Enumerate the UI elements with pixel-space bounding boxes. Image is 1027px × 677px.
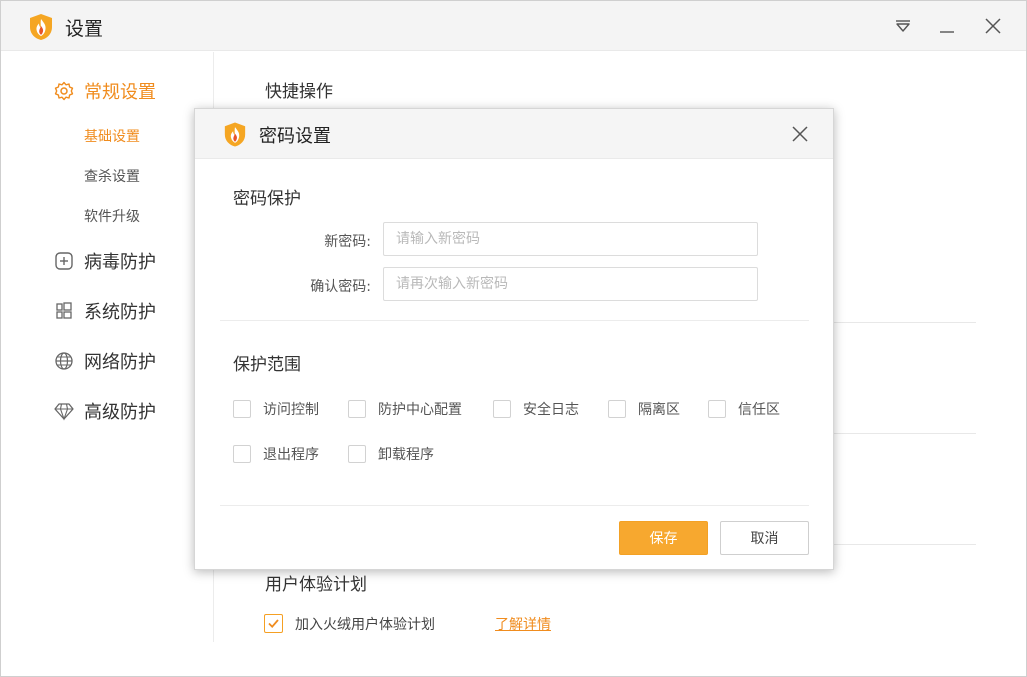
title-bar: 设置 [1, 1, 1026, 51]
cancel-button[interactable]: 取消 [720, 521, 809, 555]
sidebar-item-label: 常规设置 [84, 82, 156, 103]
confirm-password-input[interactable] [383, 267, 758, 301]
minimize-icon [940, 31, 954, 33]
sidebar-item-system-protection[interactable]: 系统防护 [53, 298, 156, 324]
new-password-label: 新密码: [324, 234, 371, 250]
sidebar-subitem-basic-settings[interactable]: 基础设置 [84, 126, 140, 146]
dialog-close-button[interactable] [789, 123, 811, 145]
globe-icon [53, 350, 75, 372]
confirm-password-label: 确认密码: [310, 279, 371, 295]
dialog-title: 密码设置 [259, 126, 331, 147]
close-icon [792, 126, 808, 142]
checkbox-box[interactable] [348, 400, 366, 418]
learn-more-link[interactable]: 了解详情 [495, 614, 551, 634]
dialog-divider [220, 505, 809, 506]
dropdown-triangle-icon [896, 20, 910, 32]
save-button[interactable]: 保存 [619, 521, 708, 555]
scope-checkbox-security-log[interactable]: 安全日志 [493, 399, 579, 419]
sidebar: 常规设置 基础设置 查杀设置 软件升级 病毒防护 系统防护 网络防护 高级防护 [1, 52, 214, 642]
close-button[interactable] [982, 15, 1004, 37]
checkbox-label: 访问控制 [263, 402, 319, 418]
sidebar-item-general-settings[interactable]: 常规设置 [53, 78, 156, 104]
ux-plan-checkbox-label: 加入火绒用户体验计划 [295, 617, 435, 633]
quick-actions-title: 快捷操作 [265, 82, 333, 102]
checkbox-label: 安全日志 [523, 402, 579, 418]
settings-window: 设置 常规设置 基础设置 查杀设置 软件升级 病毒防护 系统防护 网络防护 高级… [0, 0, 1027, 677]
checkbox-box[interactable] [348, 445, 366, 463]
checkbox-label: 防护中心配置 [378, 402, 462, 418]
scope-checkbox-protection-center-config[interactable]: 防护中心配置 [348, 399, 462, 419]
windows-grid-icon [53, 300, 75, 322]
dialog-divider [220, 320, 809, 321]
checkbox-label: 退出程序 [263, 447, 319, 463]
menu-button[interactable] [892, 15, 914, 37]
sidebar-subitem-scan-settings[interactable]: 查杀设置 [84, 166, 140, 186]
checkmark-icon [268, 619, 279, 629]
password-section-title: 密码保护 [233, 189, 301, 209]
sidebar-item-virus-protection[interactable]: 病毒防护 [53, 248, 156, 274]
sidebar-subitem-software-upgrade[interactable]: 软件升级 [84, 206, 140, 226]
scope-checkbox-quarantine[interactable]: 隔离区 [608, 399, 680, 419]
protection-scope-title: 保护范围 [233, 355, 301, 375]
sidebar-item-label: 网络防护 [84, 352, 156, 373]
huorong-flame-logo-icon [30, 14, 52, 40]
checkbox-label: 隔离区 [638, 402, 680, 418]
sidebar-item-network-protection[interactable]: 网络防护 [53, 348, 156, 374]
checkbox-box[interactable] [233, 400, 251, 418]
checkbox-box[interactable] [233, 445, 251, 463]
ux-plan-checkbox[interactable] [264, 614, 283, 633]
huorong-flame-logo-icon [224, 122, 246, 147]
plus-square-icon [53, 250, 75, 272]
gear-icon [53, 80, 75, 102]
ux-plan-title: 用户体验计划 [265, 575, 367, 595]
sidebar-item-advanced-protection[interactable]: 高级防护 [53, 398, 156, 424]
scope-checkbox-trust-zone[interactable]: 信任区 [708, 399, 780, 419]
password-settings-dialog: 密码设置 密码保护 新密码: 确认密码: 保护范围 访问控制 防护中心配置 安全 [194, 108, 834, 570]
scope-checkbox-access-control[interactable]: 访问控制 [233, 399, 319, 419]
sidebar-item-label: 病毒防护 [84, 252, 156, 273]
new-password-input[interactable] [383, 222, 758, 256]
checkbox-label: 信任区 [738, 402, 780, 418]
scope-checkbox-exit-program[interactable]: 退出程序 [233, 444, 319, 464]
sidebar-item-label: 高级防护 [84, 402, 156, 423]
checkbox-box[interactable] [493, 400, 511, 418]
close-icon [985, 18, 1001, 34]
window-title: 设置 [65, 18, 104, 40]
diamond-icon [53, 400, 75, 422]
dialog-header: 密码设置 [195, 109, 833, 159]
checkbox-label: 卸载程序 [378, 447, 434, 463]
scope-checkbox-uninstall-program[interactable]: 卸载程序 [348, 444, 434, 464]
checkbox-box[interactable] [708, 400, 726, 418]
checkbox-box[interactable] [608, 400, 626, 418]
minimize-button[interactable] [936, 15, 958, 37]
sidebar-item-label: 系统防护 [84, 302, 156, 323]
